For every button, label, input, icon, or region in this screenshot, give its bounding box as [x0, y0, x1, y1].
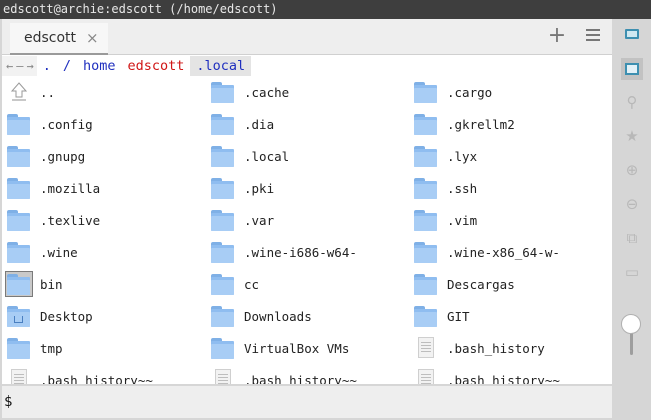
forward-arrow-icon[interactable]: → — [26, 59, 33, 73]
breadcrumb-root[interactable]: / — [57, 56, 77, 76]
new-tab-button[interactable]: + — [546, 25, 568, 47]
file-item[interactable]: Descargas — [2, 270, 515, 298]
file-item[interactable]: .lyx — [2, 142, 477, 170]
file-name: .vim — [447, 212, 478, 228]
file-name: GIT — [447, 308, 470, 324]
zoom-in-icon[interactable]: ⊕ — [621, 159, 643, 181]
terminal-prompt[interactable]: $ — [2, 386, 612, 418]
tab-bar: edscott × + — [2, 19, 612, 55]
file-name: .bash_history~~ — [447, 372, 560, 385]
file-name: .bash_history — [447, 340, 545, 356]
breadcrumb-dot[interactable]: . — [37, 56, 57, 76]
separator-icon: — — [16, 59, 24, 73]
file-name: Descargas — [447, 276, 515, 292]
folder-icon — [413, 80, 439, 104]
file-item[interactable]: .bash_history — [2, 334, 545, 362]
text-file-icon — [413, 336, 439, 360]
back-arrow-icon[interactable]: ← — [6, 59, 13, 73]
file-item[interactable]: .ssh — [2, 174, 477, 202]
zoom-slider-knob[interactable] — [621, 314, 641, 334]
file-item[interactable]: .wine-x86_64-w- — [2, 238, 560, 266]
copy-icon[interactable]: ⧉ — [621, 227, 643, 249]
zoom-out-icon[interactable]: ⊖ — [621, 193, 643, 215]
file-item[interactable]: .vim — [2, 206, 477, 234]
tab-edscott[interactable]: edscott × — [10, 23, 108, 55]
right-toolbar: ⚲ ★ ⊕ ⊖ ⧉ ▭ — [614, 19, 651, 420]
search-icon[interactable]: ⚲ — [621, 91, 643, 113]
close-tab-icon[interactable]: × — [86, 29, 99, 47]
file-manager-pane: edscott × + ← — → . / home edscott .loca… — [2, 19, 612, 384]
folder-icon — [413, 112, 439, 136]
tab-label: edscott — [24, 30, 77, 46]
window-title: edscott@archie:edscott (/home/edscott) — [0, 0, 651, 19]
file-name: .cargo — [447, 84, 493, 100]
home-icon[interactable] — [621, 58, 643, 80]
file-name: .wine-x86_64-w- — [447, 244, 560, 260]
folder-icon — [413, 176, 439, 200]
monitor-icon[interactable] — [621, 23, 643, 45]
file-item[interactable]: .gkrellm2 — [2, 110, 515, 138]
file-item[interactable]: .cargo — [2, 78, 492, 106]
file-name: .ssh — [447, 180, 478, 196]
nav-arrows: ← — → — [2, 56, 37, 76]
file-name: .lyx — [447, 148, 478, 164]
folder-icon — [413, 144, 439, 168]
file-grid: .. .cache .cargo .config .dia .gkrellm2 .gnupg… — [2, 80, 612, 384]
terminal-icon[interactable]: ▭ — [621, 261, 643, 283]
hamburger-menu-icon[interactable] — [582, 26, 604, 48]
folder-icon — [413, 272, 439, 296]
file-item[interactable]: .bash_history~~ — [2, 366, 560, 384]
bookmark-icon[interactable]: ★ — [621, 125, 643, 147]
breadcrumb-local[interactable]: .local — [190, 56, 252, 76]
file-item[interactable]: GIT — [2, 302, 470, 330]
path-bar: ← — → . / home edscott .local — [2, 56, 612, 76]
text-file-icon — [413, 368, 439, 384]
breadcrumb-home[interactable]: home — [77, 56, 122, 76]
folder-icon — [413, 208, 439, 232]
breadcrumb-edscott[interactable]: edscott — [122, 56, 191, 76]
prompt-symbol: $ — [4, 394, 13, 410]
file-name: .gkrellm2 — [447, 116, 515, 132]
folder-icon — [413, 240, 439, 264]
folder-icon — [413, 304, 439, 328]
